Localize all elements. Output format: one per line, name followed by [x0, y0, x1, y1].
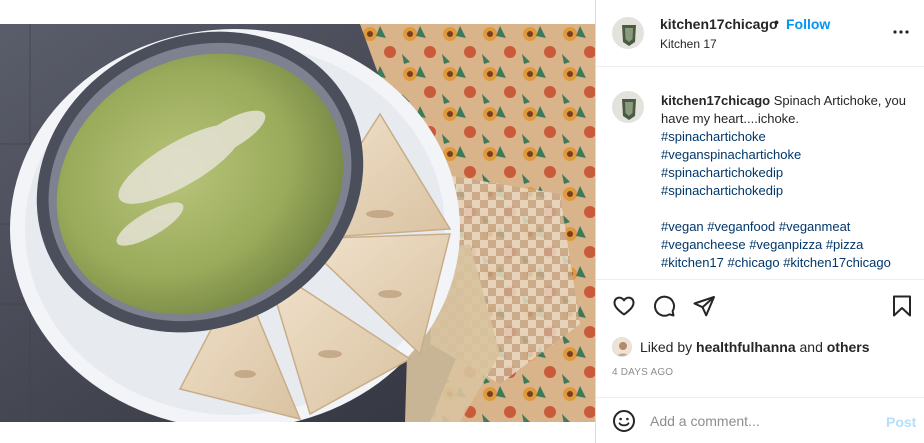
hashtag-row: #vegan #veganfood #veganmeat: [661, 218, 921, 236]
hashtag-row: #kitchen17 #chicago #kitchen17chicago: [661, 254, 921, 272]
hashtag-link[interactable]: #chicago: [728, 255, 780, 270]
hashtag-link[interactable]: #spinachartichoke: [661, 128, 921, 146]
likes-others-link[interactable]: others: [827, 339, 870, 355]
avatar-logo-icon: [613, 18, 643, 48]
hashtag-link[interactable]: #veganmeat: [779, 219, 851, 234]
photo-pane: [0, 0, 595, 443]
hashtag-link[interactable]: #kitchen17: [661, 255, 724, 270]
liker-username[interactable]: healthfulhanna: [696, 339, 796, 355]
header-separator: •: [774, 14, 779, 30]
smiley-icon[interactable]: [612, 409, 636, 433]
bookmark-icon[interactable]: [890, 294, 914, 318]
hashtag-link[interactable]: #vegancheese: [661, 237, 746, 252]
post-timestamp[interactable]: 4 DAYS AGO: [612, 367, 673, 378]
comment-bar: Post: [596, 397, 924, 443]
heart-icon[interactable]: [612, 294, 636, 318]
post-actions: [596, 281, 924, 331]
hashtag-link[interactable]: #spinachartichokedip: [661, 182, 921, 200]
hashtag-row: #vegancheese #veganpizza #pizza: [661, 236, 921, 254]
caption-area: kitchen17chicago Spinach Artichoke, you …: [596, 68, 924, 280]
caption-username[interactable]: kitchen17chicago: [661, 93, 770, 108]
caption-text: kitchen17chicago Spinach Artichoke, you …: [661, 92, 921, 272]
hashtag-link[interactable]: #vegan: [661, 219, 704, 234]
post-image[interactable]: [0, 24, 595, 422]
likes-prefix: Liked by: [640, 339, 693, 355]
likes-and: and: [799, 339, 823, 355]
hashtag-link[interactable]: #spinachartichokedip: [661, 164, 921, 182]
caption-avatar[interactable]: [612, 91, 644, 123]
hashtag-link[interactable]: #pizza: [826, 237, 864, 252]
hashtag-link[interactable]: #veganfood: [707, 219, 775, 234]
share-icon[interactable]: [692, 294, 716, 318]
liker-avatar-icon: [613, 338, 631, 356]
liker-avatar[interactable]: [612, 337, 632, 357]
follow-button[interactable]: Follow: [786, 16, 830, 32]
author-username[interactable]: kitchen17chicago: [660, 16, 778, 32]
post-comment-button[interactable]: Post: [886, 414, 916, 430]
comment-icon[interactable]: [652, 294, 676, 318]
more-options-icon[interactable]: [889, 20, 913, 44]
post-photo-illustration: [0, 24, 595, 422]
post-location[interactable]: Kitchen 17: [660, 37, 717, 51]
post-header: kitchen17chicago • Follow Kitchen 17: [596, 0, 924, 67]
author-avatar[interactable]: [612, 17, 644, 49]
hashtag-link[interactable]: #veganpizza: [749, 237, 822, 252]
comment-input[interactable]: [650, 410, 870, 432]
likes-text: Liked by healthfulhanna and others: [640, 339, 870, 355]
post-side-panel: kitchen17chicago • Follow Kitchen 17 kit…: [595, 0, 924, 443]
avatar-logo-icon: [613, 92, 643, 122]
hashtag-link[interactable]: #kitchen17chicago: [783, 255, 891, 270]
hashtag-link[interactable]: #veganspinachartichoke: [661, 146, 921, 164]
